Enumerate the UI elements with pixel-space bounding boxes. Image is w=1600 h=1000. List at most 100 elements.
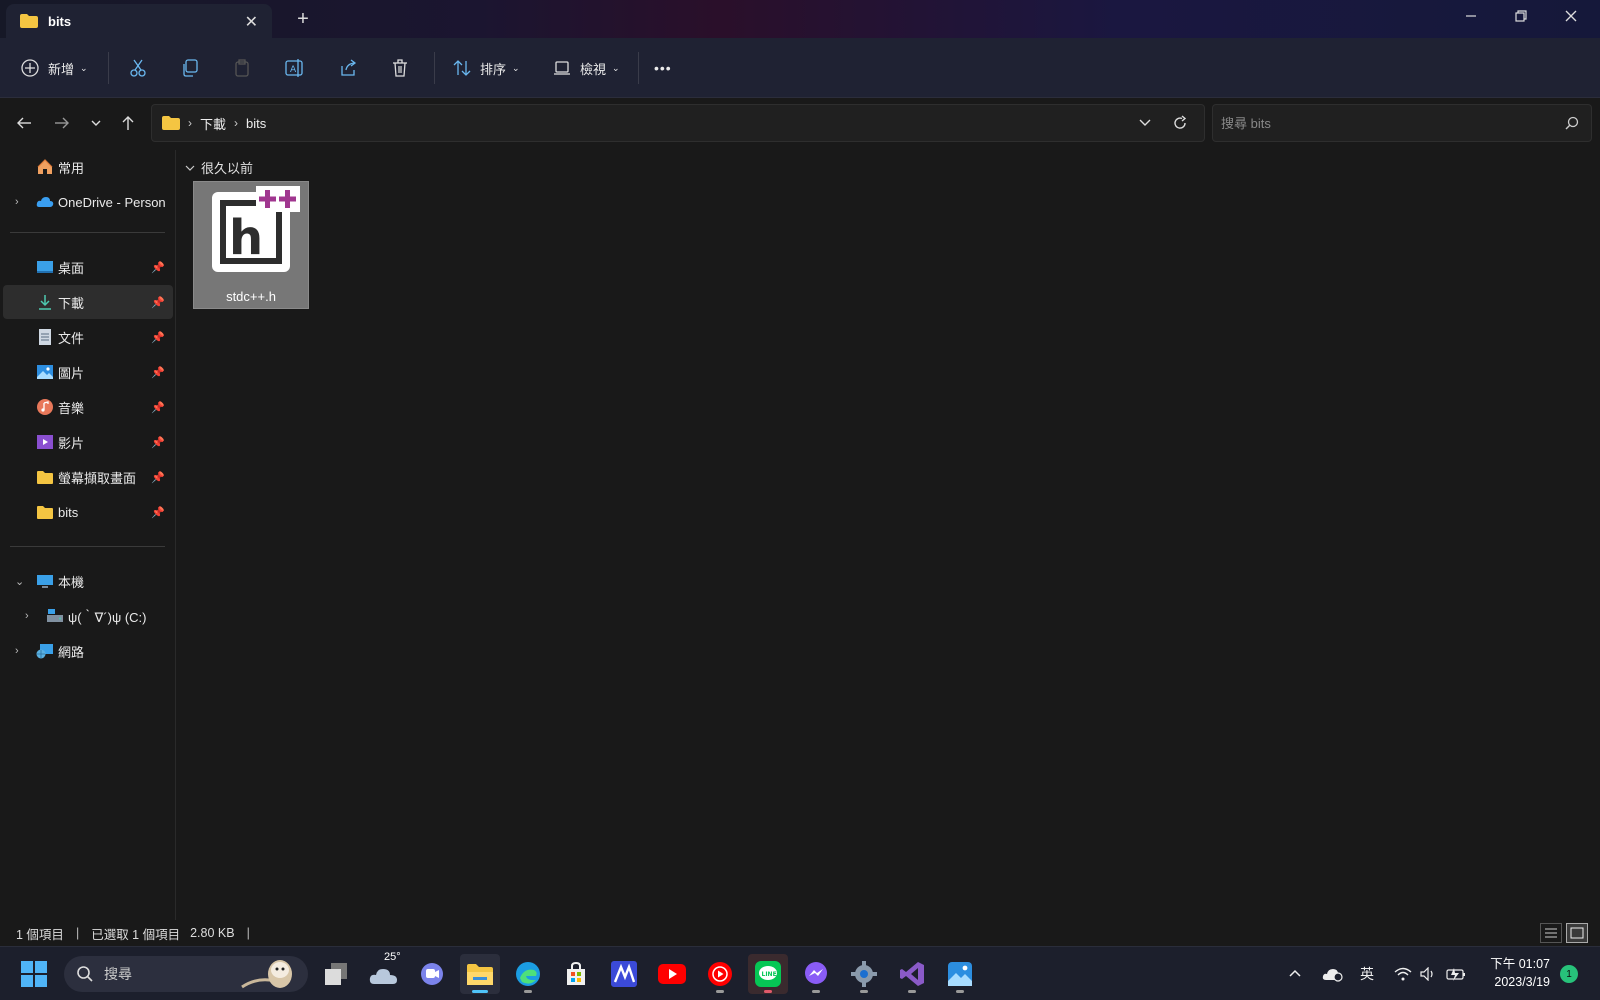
cut-button[interactable] xyxy=(128,52,148,84)
task-view-icon xyxy=(325,963,347,985)
onedrive-tray-button[interactable] xyxy=(1322,947,1344,1000)
more-button[interactable]: ••• xyxy=(654,52,672,84)
sidebar-item-bits[interactable]: bits 📌 xyxy=(3,495,173,529)
divider xyxy=(638,52,639,84)
show-hidden-icons-button[interactable] xyxy=(1288,947,1302,1000)
address-bar[interactable]: › 下載 › bits xyxy=(151,104,1205,142)
pin-icon[interactable]: 📌 xyxy=(151,331,165,344)
taskbar-photos[interactable] xyxy=(940,954,980,994)
pin-icon[interactable]: 📌 xyxy=(151,506,165,519)
svg-text:h: h xyxy=(229,210,263,266)
chevron-right-icon[interactable]: › xyxy=(25,610,29,622)
volume-button[interactable] xyxy=(1420,947,1436,1000)
tab-bits[interactable]: bits ✕ xyxy=(6,4,272,38)
paste-button[interactable] xyxy=(232,52,252,84)
close-tab-icon[interactable]: ✕ xyxy=(245,12,258,32)
taskbar-youtube-music[interactable] xyxy=(700,954,740,994)
search-input[interactable] xyxy=(1221,115,1551,131)
pin-icon[interactable]: 📌 xyxy=(151,471,165,484)
sidebar-item-label: 影片 xyxy=(58,435,85,451)
desktop-icon xyxy=(37,261,53,273)
drive-icon xyxy=(47,609,63,622)
copy-button[interactable] xyxy=(180,52,200,84)
breadcrumb-downloads[interactable]: 下載 xyxy=(200,114,226,133)
clock[interactable]: 下午 01:07 2023/3/19 xyxy=(1480,955,1550,991)
trash-icon xyxy=(393,59,407,77)
chevron-down-icon[interactable]: ⌄ xyxy=(15,575,24,588)
sidebar-item-this-pc[interactable]: ⌄ 本機 xyxy=(3,564,173,598)
address-dropdown-button[interactable] xyxy=(1138,115,1152,132)
taskbar-search[interactable]: 搜尋 xyxy=(64,956,308,992)
sidebar-item-screenshots[interactable]: 螢幕擷取畫面 📌 xyxy=(3,460,173,494)
group-header[interactable]: 很久以前 xyxy=(185,158,253,177)
cloud-icon xyxy=(369,969,397,984)
taskbar-visual-studio[interactable] xyxy=(892,954,932,994)
sidebar-item-home[interactable]: 常用 xyxy=(3,150,173,184)
breadcrumb-bits[interactable]: bits xyxy=(246,116,266,131)
restore-button[interactable] xyxy=(1496,0,1546,32)
header-file-icon: h xyxy=(212,186,300,272)
chevron-right-icon[interactable]: › xyxy=(15,645,19,657)
battery-button[interactable] xyxy=(1446,947,1468,1000)
pin-icon[interactable]: 📌 xyxy=(151,401,165,414)
pin-icon[interactable]: 📌 xyxy=(151,366,165,379)
sidebar-item-music[interactable]: 音樂 📌 xyxy=(3,390,173,424)
taskbar-messenger[interactable] xyxy=(796,954,836,994)
rename-button[interactable]: A xyxy=(284,52,306,84)
file-item[interactable]: h stdc++.h xyxy=(193,181,309,309)
minimize-icon xyxy=(1466,15,1476,17)
sidebar-item-pictures[interactable]: 圖片 📌 xyxy=(3,355,173,389)
sidebar-item-videos[interactable]: 影片 📌 xyxy=(3,425,173,459)
taskbar-settings[interactable] xyxy=(844,954,884,994)
start-button[interactable] xyxy=(14,954,54,994)
wifi-button[interactable] xyxy=(1394,947,1412,1000)
details-view-button[interactable] xyxy=(1540,923,1562,943)
sidebar-item-documents[interactable]: 文件 📌 xyxy=(3,320,173,354)
folder-icon xyxy=(467,964,493,985)
sidebar-item-label: 文件 xyxy=(58,330,85,346)
new-button[interactable]: 新增 ⌄ xyxy=(20,52,88,84)
close-window-button[interactable] xyxy=(1546,0,1596,32)
sidebar-item-network[interactable]: › 網路 xyxy=(3,634,173,668)
taskbar-search-label: 搜尋 xyxy=(104,966,132,982)
document-icon xyxy=(39,329,51,345)
large-icons-view-button[interactable] xyxy=(1566,923,1588,943)
sidebar-item-onedrive[interactable]: › OneDrive - Person xyxy=(3,185,173,219)
sort-icon xyxy=(453,60,471,76)
restore-icon xyxy=(1515,10,1527,22)
share-button[interactable] xyxy=(338,52,358,84)
sidebar-item-desktop[interactable]: 桌面 📌 xyxy=(3,250,173,284)
taskbar-app-m[interactable] xyxy=(604,954,644,994)
app-m-icon xyxy=(611,961,637,987)
taskbar-line[interactable]: LINE xyxy=(748,954,788,994)
search-icon[interactable] xyxy=(1565,116,1579,133)
recent-locations-button[interactable] xyxy=(82,110,110,136)
chevron-right-icon[interactable]: › xyxy=(15,196,19,208)
search-box[interactable] xyxy=(1212,104,1592,142)
weather-widget[interactable]: 25° xyxy=(364,951,404,994)
taskbar-store[interactable] xyxy=(556,954,596,994)
taskbar-edge[interactable] xyxy=(508,954,548,994)
view-button[interactable]: 檢視 ⌄ xyxy=(552,52,620,84)
sidebar-item-drive-c[interactable]: › ψ(｀∇´)ψ (C:) xyxy=(3,599,173,633)
teams-chat-button[interactable] xyxy=(412,954,452,994)
pin-icon[interactable]: 📌 xyxy=(151,436,165,449)
notification-badge[interactable]: 1 xyxy=(1560,965,1578,983)
pin-icon[interactable]: 📌 xyxy=(151,296,165,309)
sort-button[interactable]: 排序 ⌄ xyxy=(452,52,520,84)
status-bar: 1 個項目 | 已選取 1 個項目 2.80 KB | xyxy=(0,920,1600,946)
new-tab-button[interactable]: + xyxy=(292,8,314,31)
refresh-button[interactable] xyxy=(1172,115,1188,134)
minimize-button[interactable] xyxy=(1446,0,1496,32)
back-button[interactable] xyxy=(10,110,38,136)
taskbar-file-explorer[interactable] xyxy=(460,954,500,994)
input-method-button[interactable]: 英 xyxy=(1360,947,1374,1000)
music-icon xyxy=(37,399,53,415)
taskbar-youtube[interactable] xyxy=(652,954,692,994)
pin-icon[interactable]: 📌 xyxy=(151,261,165,274)
task-view-button[interactable] xyxy=(316,954,356,994)
delete-button[interactable] xyxy=(390,52,410,84)
forward-button[interactable] xyxy=(48,110,76,136)
up-button[interactable] xyxy=(114,110,142,136)
sidebar-item-downloads[interactable]: 下載 📌 xyxy=(3,285,173,319)
